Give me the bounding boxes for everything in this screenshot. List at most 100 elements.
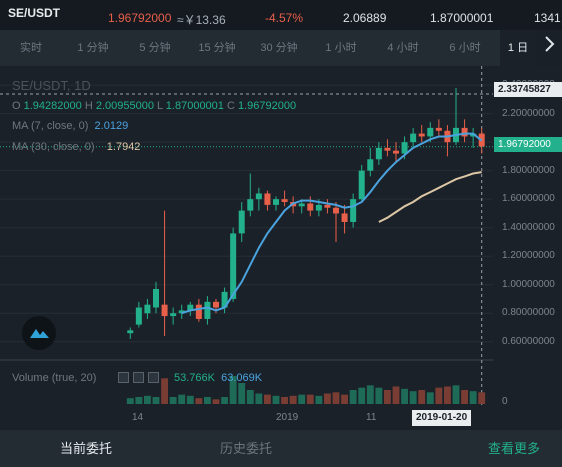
price-tick-label: 1.20000000 xyxy=(502,250,555,262)
candle-body xyxy=(264,193,271,205)
candle-body xyxy=(375,147,382,160)
candle-body xyxy=(127,330,134,334)
volume-bar xyxy=(375,387,383,404)
candle-body xyxy=(238,210,245,234)
volume-bar xyxy=(341,394,348,404)
volume-bar xyxy=(401,388,408,404)
high-price: 2.06889 xyxy=(343,11,387,25)
volume-bar xyxy=(246,390,254,404)
chevron-right-icon[interactable] xyxy=(536,30,562,66)
candle-body xyxy=(350,199,357,222)
candle-body xyxy=(230,233,237,299)
volume-bar xyxy=(144,395,151,404)
price-tick-label: 1.40000000 xyxy=(502,221,555,233)
volume-bar xyxy=(461,390,468,404)
volume-bar xyxy=(418,390,426,404)
tab-30m[interactable]: 30 分钟 xyxy=(248,30,310,66)
order-tabs: 当前委托 历史委托 查看更多 xyxy=(0,430,562,467)
volume-bar xyxy=(366,385,374,404)
candle-body xyxy=(333,207,339,214)
candle-body xyxy=(281,199,288,203)
tab-history-orders[interactable]: 历史委托 xyxy=(220,430,272,467)
view-more-link[interactable]: 查看更多 xyxy=(488,430,540,467)
ma30-legend: MA (30, close, 0) 1.7942 xyxy=(12,141,140,153)
volume-bar xyxy=(126,398,134,404)
interval-tabs: 实时 1 分钟 5 分钟 15 分钟 30 分钟 1 小时 4 小时 6 小时 … xyxy=(0,30,562,66)
tab-5m[interactable]: 5 分钟 xyxy=(124,30,186,66)
visibility-icon[interactable] xyxy=(133,372,144,383)
crosshair-price-tag: 2.33745827 xyxy=(494,82,562,97)
candle-body xyxy=(135,307,142,325)
tab-1m[interactable]: 1 分钟 xyxy=(62,30,124,66)
price-tick-label: 0.60000000 xyxy=(502,335,555,347)
volume-bar xyxy=(315,395,323,404)
volume-bar xyxy=(178,394,186,404)
tab-4h[interactable]: 4 小时 xyxy=(372,30,434,66)
time-label-14: 14 xyxy=(132,412,144,423)
close-icon[interactable] xyxy=(148,372,159,383)
volume-value: 1341 xyxy=(534,11,561,25)
volume-bar xyxy=(358,387,366,404)
volume-bar xyxy=(435,387,443,404)
volume-bar xyxy=(204,397,211,404)
volume-bar xyxy=(289,395,297,404)
logo-icon xyxy=(22,316,56,350)
candle-body xyxy=(144,304,151,314)
candle-body xyxy=(273,199,279,205)
volume-legend: Volume (true, 20) xyxy=(12,372,96,384)
candle-body xyxy=(341,213,348,222)
volume-bar xyxy=(212,399,220,404)
volume-zero-label: 0 xyxy=(502,396,508,407)
volume-bar xyxy=(272,395,280,404)
tab-current-orders[interactable]: 当前委托 xyxy=(60,430,112,467)
price-chart[interactable]: 2.400000002.200000002.000000001.80000000… xyxy=(0,66,562,430)
tab-15m[interactable]: 15 分钟 xyxy=(186,30,248,66)
ma7-line xyxy=(181,132,483,315)
volume-bar xyxy=(469,391,477,404)
volume-values: 53.766K 63.069K xyxy=(174,372,262,384)
candle-body xyxy=(418,133,425,137)
ma7-value: 2.0129 xyxy=(94,120,129,132)
volume-bar xyxy=(169,397,177,404)
volume-bar xyxy=(152,397,160,404)
candle-body xyxy=(195,304,202,319)
volume-label: Volume (true, 20) xyxy=(12,372,97,384)
volume-bar xyxy=(195,398,203,404)
candle-body xyxy=(384,147,391,151)
low-value: 1.87000001 xyxy=(165,100,224,112)
candle-body xyxy=(427,127,434,137)
close-label: C xyxy=(226,100,235,112)
volume-bar xyxy=(298,394,306,404)
volume-bar xyxy=(135,397,143,404)
volume-bar xyxy=(306,394,314,404)
volume-bar xyxy=(392,386,400,404)
last-price: 1.96792000 xyxy=(108,11,172,25)
settings-icon[interactable] xyxy=(118,372,129,383)
candle-body xyxy=(247,199,254,211)
volume-bar xyxy=(349,390,357,404)
time-label-11: 11 xyxy=(366,412,377,423)
volume-bar xyxy=(452,385,460,404)
ticker-bar: SE/USDT 1.96792000 ≈￥13.36 -4.57% 2.0688… xyxy=(0,0,562,30)
pair-label[interactable]: SE/USDT xyxy=(8,6,60,20)
volume-bar xyxy=(409,391,417,404)
price-tick-label: 1.60000000 xyxy=(502,193,555,205)
tab-realtime[interactable]: 实时 xyxy=(0,30,62,66)
volume-bar xyxy=(324,393,331,404)
tab-1h[interactable]: 1 小时 xyxy=(310,30,372,66)
tab-1d[interactable]: 1 日 xyxy=(500,30,536,66)
open-value: 1.94282000 xyxy=(23,100,82,112)
price-tick-label: 1.80000000 xyxy=(502,164,555,176)
tab-6h[interactable]: 6 小时 xyxy=(434,30,496,66)
candle-body xyxy=(393,150,399,154)
candle-body xyxy=(213,301,219,308)
candle-body xyxy=(367,159,374,171)
price-tick-label: 2.20000000 xyxy=(502,107,555,119)
candle-body xyxy=(324,204,331,208)
volume-bar xyxy=(478,392,486,404)
price-axis xyxy=(493,66,562,430)
volume-bar xyxy=(444,386,451,404)
volume-value-2: 63.069K xyxy=(221,372,263,384)
ohlc-legend: O 1.94282000 H 2.00955000 L 1.87000001 C… xyxy=(12,100,296,112)
price-tick-label: 0.80000000 xyxy=(502,307,555,319)
